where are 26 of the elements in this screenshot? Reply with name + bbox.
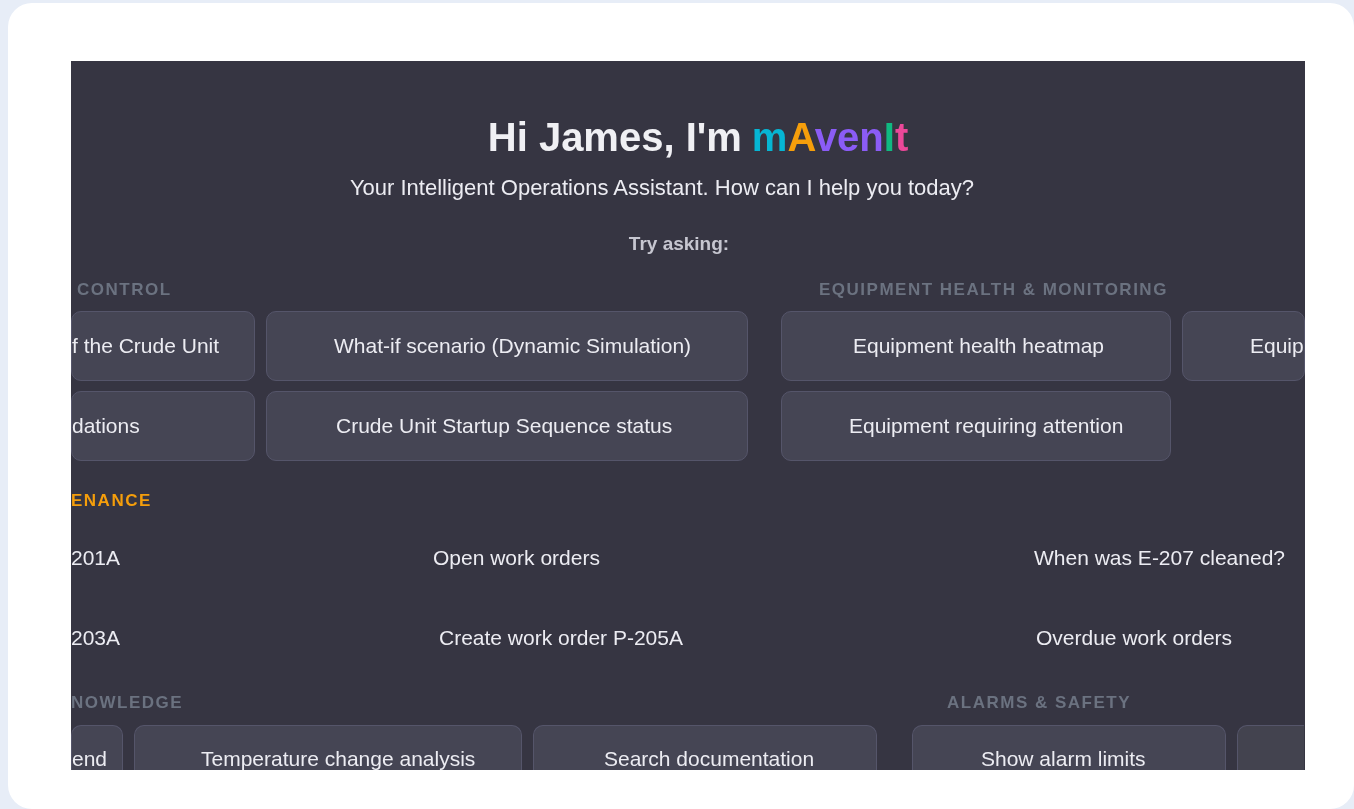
suggestion-chip[interactable]: f the Crude Unit [71, 311, 255, 381]
section-heading: ENANCE [71, 491, 153, 511]
suggestion-chip[interactable]: Equip [1182, 311, 1305, 381]
section-heading: ALARMS & SAFETY [946, 693, 1132, 713]
suggestion-link[interactable]: When was E-207 cleaned? [1034, 523, 1305, 593]
suggestion-chip[interactable] [1237, 725, 1304, 770]
suggestion-link[interactable]: 201A [71, 523, 433, 593]
section-heading: EQUIPMENT HEALTH & MONITORING [818, 280, 1169, 300]
suggestion-chip[interactable]: Equipment health heatmap [781, 311, 1171, 381]
suggestion-chip[interactable]: Equipment requiring attention [781, 391, 1171, 461]
suggestion-chip[interactable]: Search documentation [533, 725, 877, 770]
suggestion-chip[interactable]: Temperature change analysis [134, 725, 522, 770]
suggestion-chip[interactable]: dations [71, 391, 255, 461]
suggestion-link[interactable]: Open work orders [433, 523, 1034, 593]
suggestion-chip[interactable]: end [71, 725, 123, 770]
subtitle-text: Your Intelligent Operations Assistant. How can I help you today? [348, 174, 976, 202]
section-heading: NOWLEDGE [71, 693, 185, 713]
suggestion-chip[interactable]: Show alarm limits [912, 725, 1226, 770]
prompt-label: Try asking: [627, 232, 731, 256]
section-heading: CONTROL [76, 280, 173, 300]
suggestion-link[interactable]: 203A [71, 603, 433, 673]
suggestion-link[interactable]: Overdue work orders [1034, 603, 1305, 673]
suggestion-chip[interactable]: Crude Unit Startup Sequence status [266, 391, 748, 461]
suggestion-link[interactable]: Create work order P-205A [433, 603, 1034, 673]
suggestion-chip[interactable]: What-if scenario (Dynamic Simulation) [266, 311, 748, 381]
greeting-title: Hi James, I'm mAvenIt [486, 114, 910, 161]
